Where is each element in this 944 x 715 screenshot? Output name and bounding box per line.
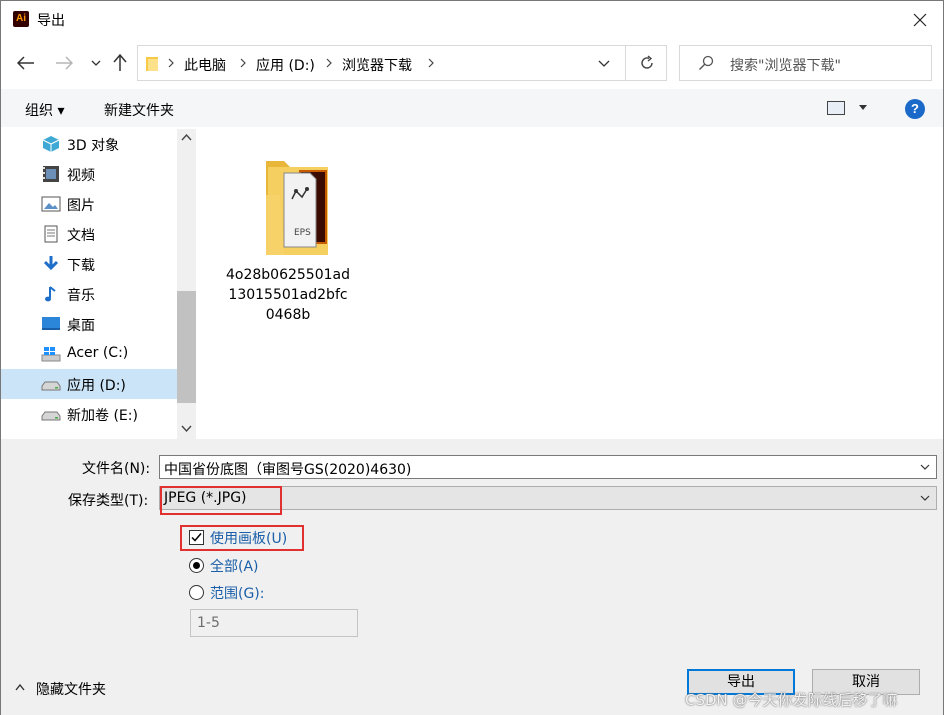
all-label[interactable]: 全部(A): [210, 556, 259, 576]
range-input[interactable]: 1-5: [190, 609, 358, 637]
sidebar-item-drive-c[interactable]: Acer (C:): [1, 339, 177, 369]
chevron-down-icon[interactable]: [920, 493, 930, 503]
arrow-left-icon: [17, 56, 34, 70]
address-row: 此电脑 应用 (D:) 浏览器下载 搜索"浏览器下载": [1, 39, 943, 87]
sidebar-item-label: 桌面: [67, 318, 95, 334]
filename-field[interactable]: 中国省份底图（审图号GS(2020)4630): [159, 455, 937, 479]
breadcrumb-this-pc[interactable]: 此电脑: [184, 55, 226, 75]
filename-value: 中国省份底图（审图号GS(2020)4630): [164, 462, 412, 478]
scroll-up-icon[interactable]: [181, 133, 192, 143]
sidebar-item-desktop[interactable]: 桌面: [1, 309, 177, 339]
file-name: 4o28b0625501ad13015501ad2bfc0468b: [226, 267, 350, 323]
new-folder-button[interactable]: 新建文件夹: [104, 100, 174, 120]
arrow-up-icon: [113, 54, 127, 71]
range-value: 1-5: [197, 615, 220, 631]
sidebar-item-pictures[interactable]: 图片: [1, 189, 177, 219]
search-icon: [699, 55, 714, 70]
video-icon: [43, 166, 59, 182]
music-icon: [45, 286, 56, 302]
search-placeholder: 搜索"浏览器下载": [730, 58, 841, 74]
search-box[interactable]: 搜索"浏览器下载": [679, 45, 932, 81]
view-dropdown-caret[interactable]: [859, 105, 867, 110]
sidebar-item-label: 3D 对象: [67, 138, 120, 154]
sidebar-item-label: 图片: [67, 198, 95, 214]
hide-folders-label: 隐藏文件夹: [36, 682, 106, 698]
windows-drive-icon: [41, 347, 61, 362]
watermark: CSDN @今天你发际线后移了嘛: [685, 691, 898, 709]
eps-label: EPS: [294, 228, 311, 238]
export-dialog: Ai 导出 此电脑 应用 (D:) 浏览器下载 搜索"浏览器下载" 组织 ▾ 新…: [0, 0, 944, 715]
cube-icon: [42, 136, 60, 152]
navigation-scrollbar[interactable]: [177, 129, 196, 439]
sidebar-item-downloads[interactable]: 下载: [1, 249, 177, 279]
desktop-icon: [42, 317, 60, 330]
sidebar-item-label: 音乐: [67, 288, 95, 304]
filetype-label: 保存类型(T):: [68, 493, 149, 509]
chevron-right-icon: [326, 58, 332, 68]
help-button[interactable]: ?: [905, 99, 925, 119]
sidebar-item-label: 下载: [67, 258, 95, 274]
title-bar: Ai 导出: [1, 1, 943, 39]
sidebar-item-drive-e[interactable]: 新加卷 (E:): [1, 399, 177, 429]
sidebar-item-label: 应用 (D:): [67, 378, 126, 394]
navigation-pane: 3D 对象 视频 图片 文档 下载 音乐 桌面 Acer (C:) 应用 (D:…: [1, 129, 197, 439]
chevron-up-icon: [15, 683, 25, 691]
up-button[interactable]: [109, 51, 131, 75]
arrow-right-icon: [56, 56, 73, 70]
chevron-right-icon: [428, 58, 434, 68]
refresh-button[interactable]: [625, 46, 667, 80]
breadcrumb-downloads[interactable]: 浏览器下载: [342, 55, 412, 75]
refresh-icon: [640, 55, 653, 69]
close-icon: [913, 13, 927, 27]
sidebar-item-drive-d[interactable]: 应用 (D:): [1, 369, 177, 399]
folder-icon: [146, 57, 158, 71]
address-bar[interactable]: 此电脑 应用 (D:) 浏览器下载: [137, 45, 667, 81]
artboards-highlight-box: [180, 525, 304, 551]
chevron-right-icon: [240, 58, 246, 68]
sidebar-item-videos[interactable]: 视频: [1, 159, 177, 189]
sidebar-item-label: Acer (C:): [67, 345, 129, 361]
download-icon: [43, 256, 59, 271]
save-options-panel: 文件名(N): 中国省份底图（审图号GS(2020)4630) 保存类型(T):…: [1, 439, 943, 715]
chevron-down-icon: [598, 60, 610, 67]
file-item[interactable]: EPS 4o28b0625501ad13015501ad2bfc0468b: [224, 147, 352, 327]
sidebar-item-label: 视频: [67, 168, 95, 184]
filename-label: 文件名(N):: [82, 461, 151, 477]
eps-folder-icon: EPS: [266, 161, 328, 255]
address-history-dropdown[interactable]: [594, 55, 614, 73]
filetype-highlight-box: [160, 486, 282, 515]
sidebar-item-music[interactable]: 音乐: [1, 279, 177, 309]
range-radio[interactable]: [189, 585, 204, 600]
scroll-down-icon[interactable]: [181, 423, 192, 433]
drive-icon: [41, 381, 61, 391]
all-radio[interactable]: [189, 558, 204, 573]
sidebar-item-3d-objects[interactable]: 3D 对象: [1, 129, 177, 159]
back-button[interactable]: [15, 51, 37, 75]
recent-locations-button[interactable]: [85, 51, 107, 75]
breadcrumb-drive-d[interactable]: 应用 (D:): [256, 55, 315, 75]
illustrator-app-icon: Ai: [13, 11, 29, 27]
range-label[interactable]: 范围(G):: [210, 583, 265, 603]
command-bar: 组织 ▾ 新建文件夹: [1, 89, 943, 127]
sidebar-item-label: 新加卷 (E:): [67, 408, 138, 424]
view-options-icon[interactable]: [827, 101, 845, 115]
picture-icon: [41, 196, 61, 212]
organize-menu[interactable]: 组织 ▾: [25, 100, 64, 120]
chevron-right-icon: [168, 58, 174, 68]
document-icon: [44, 225, 58, 243]
sidebar-item-label: 文档: [67, 228, 95, 244]
drive-icon: [41, 411, 61, 421]
window-title: 导出: [37, 13, 65, 29]
sidebar-item-documents[interactable]: 文档: [1, 219, 177, 249]
forward-button[interactable]: [53, 51, 75, 75]
chevron-down-icon: [91, 60, 101, 66]
chevron-down-icon[interactable]: [920, 462, 930, 472]
scrollbar-thumb[interactable]: [177, 291, 196, 403]
close-button[interactable]: [897, 1, 943, 39]
file-list: EPS 4o28b0625501ad13015501ad2bfc0468b: [198, 129, 943, 439]
